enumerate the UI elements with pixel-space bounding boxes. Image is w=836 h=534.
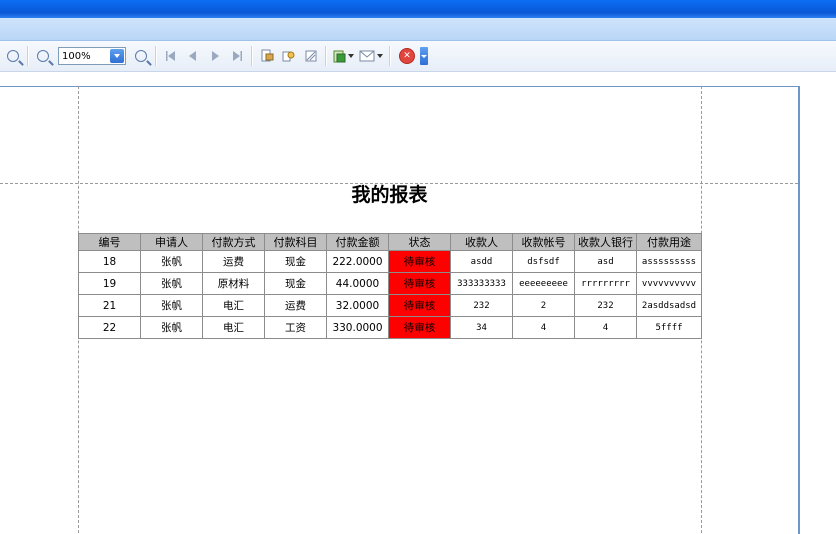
- table-cell: 232: [450, 294, 513, 317]
- table-cell: 现金: [264, 272, 327, 295]
- column-header: 收款帐号: [512, 233, 575, 251]
- table-cell: asdd: [450, 250, 513, 273]
- table-cell: 34: [450, 316, 513, 339]
- chevron-down-icon[interactable]: [377, 54, 383, 58]
- toolbar-separator: [27, 46, 29, 66]
- table-cell: eeeeeeeee: [512, 272, 575, 295]
- report-table: 编号 申请人 付款方式 付款科目 付款金额 状态 收款人 收款帐号 收款人银行 …: [78, 233, 702, 339]
- status-badge: 待审核: [388, 250, 451, 273]
- column-header: 编号: [78, 233, 141, 251]
- table-cell: 4: [512, 316, 575, 339]
- chevron-down-icon[interactable]: [420, 47, 428, 65]
- table-cell: 22: [78, 316, 141, 339]
- close-icon[interactable]: ✕: [394, 45, 420, 67]
- zoom-input[interactable]: [59, 49, 108, 63]
- page-setup-icon[interactable]: [256, 45, 278, 67]
- table-cell: 工资: [264, 316, 327, 339]
- column-header: 付款金额: [326, 233, 389, 251]
- table-cell: 232: [574, 294, 637, 317]
- column-header: 收款人: [450, 233, 513, 251]
- table-cell: 张帆: [140, 294, 203, 317]
- menu-strip: [0, 18, 836, 41]
- table-cell: dsfsdf: [512, 250, 575, 273]
- status-badge: 待审核: [388, 316, 451, 339]
- report-toolbar: ✕: [0, 41, 836, 72]
- page-margin-area: [800, 86, 836, 533]
- zoom-select[interactable]: [58, 47, 126, 65]
- window-title-bar: [0, 0, 836, 18]
- column-header: 付款方式: [202, 233, 265, 251]
- table-cell: 运费: [202, 250, 265, 273]
- column-header: 付款用途: [636, 233, 702, 251]
- table-header-row: 编号 申请人 付款方式 付款科目 付款金额 状态 收款人 收款帐号 收款人银行 …: [78, 233, 702, 251]
- column-header: 付款科目: [264, 233, 327, 251]
- email-icon[interactable]: [356, 45, 386, 67]
- table-cell: asd: [574, 250, 637, 273]
- table-cell: vvvvvvvvvv: [636, 272, 702, 295]
- chevron-down-icon[interactable]: [348, 54, 354, 58]
- fit-page-icon[interactable]: [300, 45, 322, 67]
- table-cell: 张帆: [140, 316, 203, 339]
- table-cell: 2asddsadsd: [636, 294, 702, 317]
- table-cell: 32.0000: [326, 294, 389, 317]
- table-cell: 电汇: [202, 294, 265, 317]
- report-title: 我的报表: [351, 184, 428, 206]
- prev-page-icon[interactable]: [182, 45, 204, 67]
- status-badge: 待审核: [388, 272, 451, 295]
- toolbar-separator: [389, 46, 391, 66]
- table-cell: 张帆: [140, 272, 203, 295]
- column-header: 收款人银行: [574, 233, 637, 251]
- last-page-icon[interactable]: [226, 45, 248, 67]
- status-badge: 待审核: [388, 294, 451, 317]
- table-row: 22 张帆 电汇 工资 330.0000 待审核 34 4 4 5ffff: [78, 316, 702, 339]
- table-cell: 5ffff: [636, 316, 702, 339]
- find-icon[interactable]: [278, 45, 300, 67]
- table-cell: 18: [78, 250, 141, 273]
- toolbar-separator: [155, 46, 157, 66]
- toolbar-separator: [251, 46, 253, 66]
- column-header: 申请人: [140, 233, 203, 251]
- table-row: 21 张帆 电汇 运费 32.0000 待审核 232 2 232 2asdds…: [78, 294, 702, 317]
- table-cell: 2: [512, 294, 575, 317]
- zoom-in-icon[interactable]: [130, 45, 152, 67]
- table-cell: 222.0000: [326, 250, 389, 273]
- table-cell: 电汇: [202, 316, 265, 339]
- table-row: 18 张帆 运费 现金 222.0000 待审核 asdd dsfsdf asd…: [78, 250, 702, 273]
- table-cell: 张帆: [140, 250, 203, 273]
- chevron-down-icon[interactable]: [110, 49, 124, 63]
- table-row: 19 张帆 原材料 现金 44.0000 待审核 333333333 eeeee…: [78, 272, 702, 295]
- table-cell: 4: [574, 316, 637, 339]
- table-cell: rrrrrrrrr: [574, 272, 637, 295]
- table-cell: 19: [78, 272, 141, 295]
- toolbar-separator: [325, 46, 327, 66]
- table-cell: 原材料: [202, 272, 265, 295]
- table-cell: 330.0000: [326, 316, 389, 339]
- table-cell: 44.0000: [326, 272, 389, 295]
- export-icon[interactable]: [330, 45, 356, 67]
- next-page-icon[interactable]: [204, 45, 226, 67]
- table-cell: 现金: [264, 250, 327, 273]
- zoom-in-icon[interactable]: [2, 45, 24, 67]
- zoom-out-icon[interactable]: [32, 45, 54, 67]
- column-header: 状态: [388, 233, 451, 251]
- table-cell: asssssssss: [636, 250, 702, 273]
- table-cell: 21: [78, 294, 141, 317]
- table-cell: 运费: [264, 294, 327, 317]
- first-page-icon[interactable]: [160, 45, 182, 67]
- table-cell: 333333333: [450, 272, 513, 295]
